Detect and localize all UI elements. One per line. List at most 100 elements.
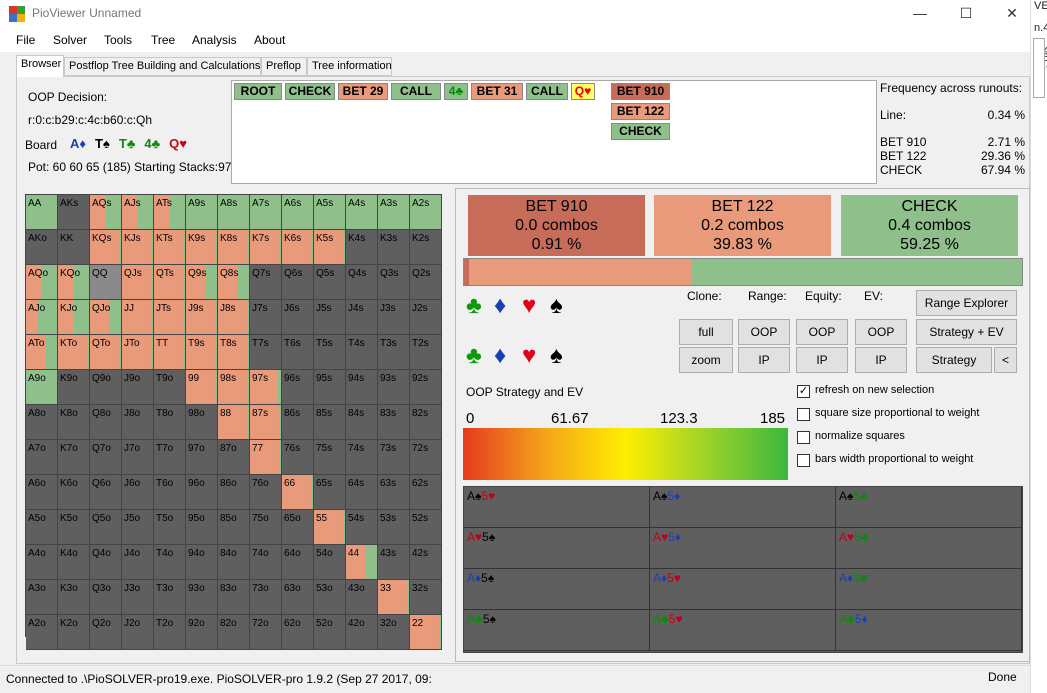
- hand-cell[interactable]: ATs: [154, 195, 186, 230]
- hand-cell[interactable]: K5o: [58, 510, 90, 545]
- hand-cell[interactable]: 94o: [186, 545, 218, 580]
- hand-cell[interactable]: 62o: [282, 615, 314, 650]
- hand-cell[interactable]: K4o: [58, 545, 90, 580]
- hand-cell[interactable]: 75o: [250, 510, 282, 545]
- hand-cell[interactable]: 77: [250, 440, 282, 475]
- equity-oop-button[interactable]: OOP: [796, 319, 848, 345]
- hand-cell[interactable]: JTo: [122, 335, 154, 370]
- hand-cell[interactable]: J4s: [346, 300, 378, 335]
- hand-cell[interactable]: Q9s: [186, 265, 218, 300]
- hand-cell[interactable]: AKs: [58, 195, 90, 230]
- hand-cell[interactable]: 87s: [250, 405, 282, 440]
- hand-cell[interactable]: AQs: [90, 195, 122, 230]
- hand-cell[interactable]: 98o: [186, 405, 218, 440]
- combo-cell[interactable]: A♠5♥: [464, 487, 650, 528]
- hand-cell[interactable]: K9s: [186, 230, 218, 265]
- hand-cell[interactable]: 86o: [218, 475, 250, 510]
- tree-node[interactable]: CALL: [391, 83, 441, 100]
- hand-cell[interactable]: KJo: [58, 300, 90, 335]
- hand-cell[interactable]: QJo: [90, 300, 122, 335]
- hand-cell[interactable]: Q5o: [90, 510, 122, 545]
- menu-solver[interactable]: Solver: [53, 33, 87, 47]
- minimize-button[interactable]: —: [897, 0, 943, 26]
- hand-cell[interactable]: Q2o: [90, 615, 122, 650]
- hand-cell[interactable]: QTo: [90, 335, 122, 370]
- combo-cell[interactable]: A♠5♦: [650, 487, 836, 528]
- hand-cell[interactable]: KTo: [58, 335, 90, 370]
- tree-node[interactable]: ROOT: [234, 83, 282, 100]
- hand-cell[interactable]: J3s: [378, 300, 410, 335]
- suit-icon[interactable]: ♣: [466, 342, 482, 370]
- hand-cell[interactable]: J8o: [122, 405, 154, 440]
- tree-node[interactable]: BET 29: [338, 83, 388, 100]
- clone-full-button[interactable]: full: [679, 319, 733, 345]
- hand-cell[interactable]: 87o: [218, 440, 250, 475]
- hand-cell[interactable]: T3s: [378, 335, 410, 370]
- tree-node[interactable]: CHECK: [285, 83, 335, 100]
- combo-cell[interactable]: A♠5♣: [836, 487, 1022, 528]
- hand-cell[interactable]: T2s: [410, 335, 442, 370]
- hand-cell[interactable]: 63o: [282, 580, 314, 615]
- hand-cell[interactable]: J4o: [122, 545, 154, 580]
- hand-cell[interactable]: Q3s: [378, 265, 410, 300]
- hand-cell[interactable]: 74s: [346, 440, 378, 475]
- hand-cell[interactable]: K6s: [282, 230, 314, 265]
- hand-cell[interactable]: KJs: [122, 230, 154, 265]
- menu-file[interactable]: File: [16, 33, 35, 47]
- combo-cell[interactable]: A♥5♦: [650, 528, 836, 569]
- hand-cell[interactable]: K9o: [58, 370, 90, 405]
- hand-cell[interactable]: A7o: [26, 440, 58, 475]
- tab-tree-information[interactable]: Tree information: [307, 57, 392, 76]
- hand-cell[interactable]: 54s: [346, 510, 378, 545]
- hand-cell[interactable]: KQo: [58, 265, 90, 300]
- hand-cell[interactable]: ATo: [26, 335, 58, 370]
- hand-cell[interactable]: Q6s: [282, 265, 314, 300]
- hand-cell[interactable]: 55: [314, 510, 346, 545]
- hand-cell[interactable]: 86s: [282, 405, 314, 440]
- hand-cell[interactable]: AJs: [122, 195, 154, 230]
- hand-cell[interactable]: T3o: [154, 580, 186, 615]
- hand-cell[interactable]: 43s: [378, 545, 410, 580]
- hand-cell[interactable]: Q8o: [90, 405, 122, 440]
- hand-cell[interactable]: K8s: [218, 230, 250, 265]
- hand-cell[interactable]: T9o: [154, 370, 186, 405]
- hand-cell[interactable]: K4s: [346, 230, 378, 265]
- tree-node[interactable]: BET 31: [471, 83, 523, 100]
- hand-cell[interactable]: T7s: [250, 335, 282, 370]
- hand-cell[interactable]: Q9o: [90, 370, 122, 405]
- maximize-button[interactable]: ☐: [943, 0, 989, 26]
- combo-cell[interactable]: A♣5♠: [464, 610, 650, 651]
- hand-cell[interactable]: 82s: [410, 405, 442, 440]
- hand-cell[interactable]: Q3o: [90, 580, 122, 615]
- hand-cell[interactable]: A9o: [26, 370, 58, 405]
- hand-cell[interactable]: 96o: [186, 475, 218, 510]
- hand-cell[interactable]: QQ: [90, 265, 122, 300]
- hand-cell[interactable]: 97o: [186, 440, 218, 475]
- hand-cell[interactable]: J3o: [122, 580, 154, 615]
- hand-cell[interactable]: 92s: [410, 370, 442, 405]
- checkbox[interactable]: ✓: [797, 385, 810, 398]
- hand-cell[interactable]: 95o: [186, 510, 218, 545]
- strategy-ev-button[interactable]: Strategy + EV: [916, 319, 1017, 345]
- tree-node[interactable]: Q♥: [571, 83, 595, 100]
- tab-postflop-tree[interactable]: Postflop Tree Building and Calculations: [64, 57, 261, 76]
- hand-cell[interactable]: Q8s: [218, 265, 250, 300]
- hand-cell[interactable]: 42o: [346, 615, 378, 650]
- hand-cell[interactable]: K2o: [58, 615, 90, 650]
- menu-analysis[interactable]: Analysis: [192, 33, 237, 47]
- hand-cell[interactable]: T7o: [154, 440, 186, 475]
- hand-cell[interactable]: 22: [410, 615, 442, 650]
- hand-cell[interactable]: 93s: [378, 370, 410, 405]
- hand-cell[interactable]: A9s: [186, 195, 218, 230]
- combo-cell[interactable]: A♥5♣: [836, 528, 1022, 569]
- suit-icon[interactable]: ♥: [522, 342, 536, 370]
- tree-node[interactable]: CALL: [526, 83, 568, 100]
- hand-cell[interactable]: K3s: [378, 230, 410, 265]
- ev-ip-button[interactable]: IP: [855, 347, 907, 373]
- hand-cell[interactable]: 72s: [410, 440, 442, 475]
- hand-cell[interactable]: QTs: [154, 265, 186, 300]
- hand-cell[interactable]: 54o: [314, 545, 346, 580]
- hand-cell[interactable]: A6o: [26, 475, 58, 510]
- hand-cell[interactable]: 74o: [250, 545, 282, 580]
- suit-icon[interactable]: ♠: [550, 292, 563, 320]
